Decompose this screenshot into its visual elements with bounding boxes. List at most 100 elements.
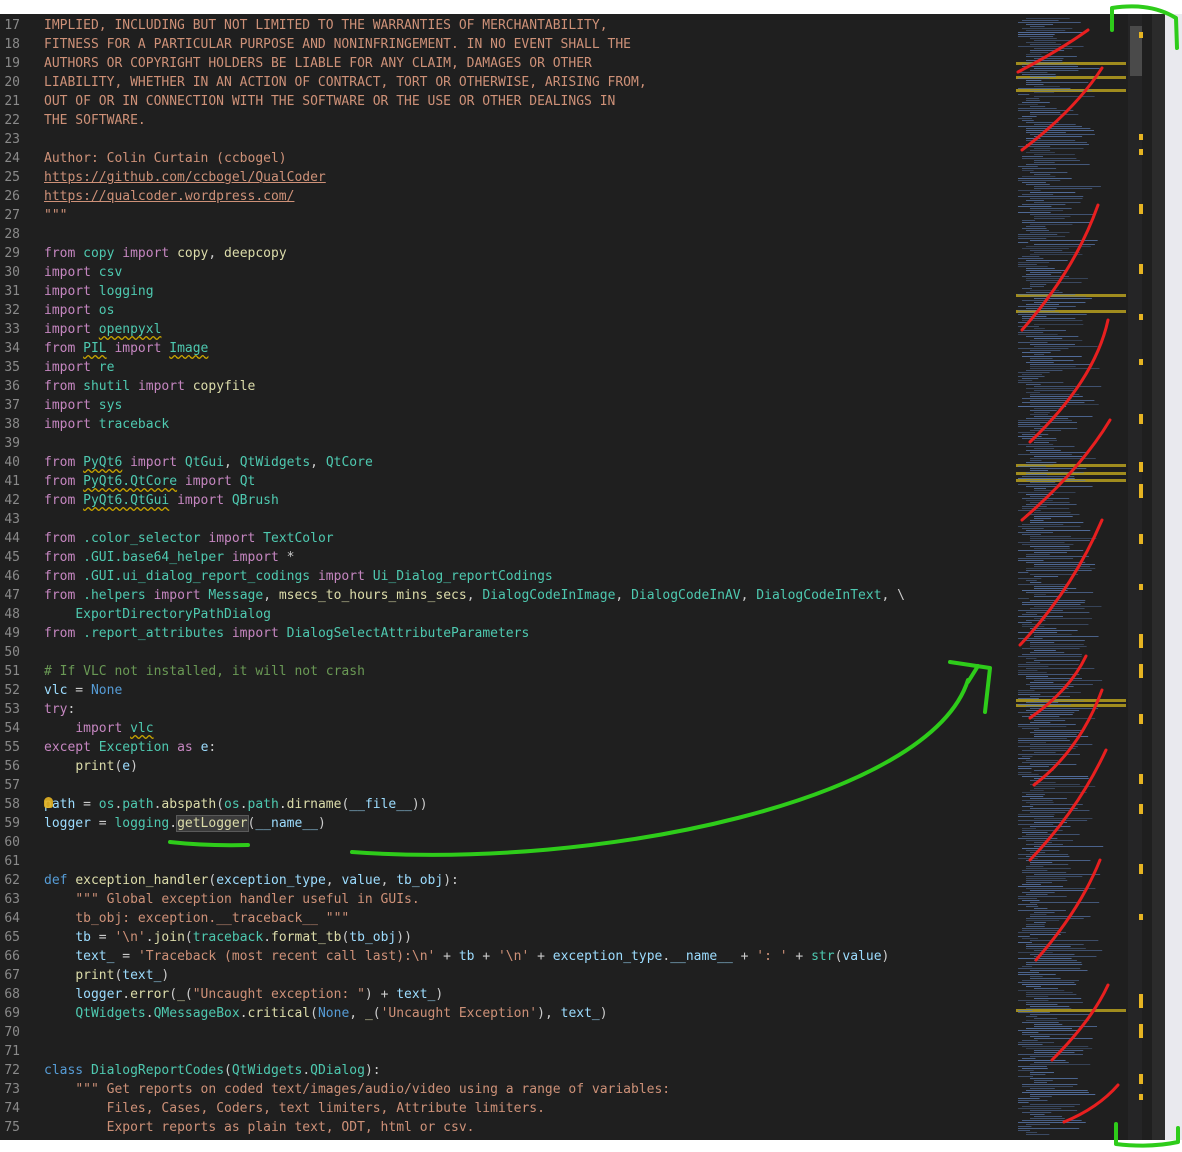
minimap[interactable]	[1014, 14, 1128, 1140]
code-text[interactable]: import os	[44, 301, 114, 320]
code-line[interactable]: 57	[0, 776, 1010, 795]
code-line[interactable]: 74 Files, Cases, Coders, text limiters, …	[0, 1099, 1010, 1118]
code-text[interactable]: import logging	[44, 282, 154, 301]
code-text[interactable]: THE SOFTWARE.	[44, 111, 146, 130]
code-text[interactable]: from PyQt6.QtCore import Qt	[44, 472, 255, 491]
code-text[interactable]: from .GUI.base64_helper import *	[44, 548, 294, 567]
code-line[interactable]: 46 from .GUI.ui_dialog_report_codings imp…	[0, 567, 1010, 586]
code-text[interactable]: import csv	[44, 263, 122, 282]
code-line[interactable]: 61	[0, 852, 1010, 871]
code-line[interactable]: 62 def exception_handler(exception_type, …	[0, 871, 1010, 890]
code-line[interactable]: 54 import vlc	[0, 719, 1010, 738]
code-text[interactable]: Files, Cases, Coders, text limiters, Att…	[44, 1099, 545, 1118]
code-line[interactable]: 63 """ Global exception handler useful i…	[0, 890, 1010, 909]
code-text[interactable]: from .report_attributes import DialogSel…	[44, 624, 529, 643]
code-line[interactable]: 48 ExportDirectoryPathDialog	[0, 605, 1010, 624]
code-line[interactable]: 32 import os	[0, 301, 1010, 320]
code-line[interactable]: 41 from PyQt6.QtCore import Qt	[0, 472, 1010, 491]
code-line[interactable]: 70	[0, 1023, 1010, 1042]
code-lines[interactable]: 17 IMPLIED, INCLUDING BUT NOT LIMITED TO …	[0, 16, 1010, 1137]
code-text[interactable]: from PIL import Image	[44, 339, 208, 358]
code-text[interactable]: import traceback	[44, 415, 169, 434]
code-line[interactable]: 42 from PyQt6.QtGui import QBrush	[0, 491, 1010, 510]
code-line[interactable]: 23	[0, 130, 1010, 149]
code-line[interactable]: 68 logger.error(_("Uncaught exception: "…	[0, 985, 1010, 1004]
code-text[interactable]: import re	[44, 358, 114, 377]
code-text[interactable]: OUT OF OR IN CONNECTION WITH THE SOFTWAR…	[44, 92, 615, 111]
code-text[interactable]: import sys	[44, 396, 122, 415]
vertical-scrollbar[interactable]	[1128, 14, 1142, 1140]
code-text[interactable]: https://github.com/ccbogel/QualCoder	[44, 168, 326, 187]
code-text[interactable]: vlc = None	[44, 681, 122, 700]
code-line[interactable]: 73 """ Get reports on coded text/images/…	[0, 1080, 1010, 1099]
code-text[interactable]: logger = logging.getLogger(__name__)	[44, 814, 326, 833]
code-line[interactable]: 45 from .GUI.base64_helper import *	[0, 548, 1010, 567]
code-line[interactable]: 17 IMPLIED, INCLUDING BUT NOT LIMITED TO …	[0, 16, 1010, 35]
code-line[interactable]: 50	[0, 643, 1010, 662]
code-text[interactable]: https://qualcoder.wordpress.com/	[44, 187, 294, 206]
code-text[interactable]: tb = '\n'.join(traceback.format_tb(tb_ob…	[44, 928, 412, 947]
code-line[interactable]: 24 Author: Colin Curtain (ccbogel)	[0, 149, 1010, 168]
code-line[interactable]: 34 from PIL import Image	[0, 339, 1010, 358]
code-text[interactable]: from PyQt6.QtGui import QBrush	[44, 491, 279, 510]
code-line[interactable]: 28	[0, 225, 1010, 244]
code-line[interactable]: 31 import logging	[0, 282, 1010, 301]
code-text[interactable]: def exception_handler(exception_type, va…	[44, 871, 459, 890]
code-line[interactable]: 37 import sys	[0, 396, 1010, 415]
code-text[interactable]: Author: Colin Curtain (ccbogel)	[44, 149, 287, 168]
code-line[interactable]: 18 FITNESS FOR A PARTICULAR PURPOSE AND N…	[0, 35, 1010, 54]
code-text[interactable]: import openpyxl	[44, 320, 161, 339]
code-text[interactable]: ExportDirectoryPathDialog	[44, 605, 271, 624]
code-line[interactable]: 55 except Exception as e:	[0, 738, 1010, 757]
code-line[interactable]: 33 import openpyxl	[0, 320, 1010, 339]
code-line[interactable]: 30 import csv	[0, 263, 1010, 282]
code-text[interactable]: print(e)	[44, 757, 138, 776]
code-line[interactable]: 36 from shutil import copyfile	[0, 377, 1010, 396]
code-line[interactable]: 40 from PyQt6 import QtGui, QtWidgets, Qt…	[0, 453, 1010, 472]
code-line[interactable]: 25 https://github.com/ccbogel/QualCoder	[0, 168, 1010, 187]
code-line[interactable]: 35 import re	[0, 358, 1010, 377]
code-line[interactable]: 49 from .report_attributes import DialogS…	[0, 624, 1010, 643]
code-line[interactable]: 53 try:	[0, 700, 1010, 719]
code-line[interactable]: 72 class DialogReportCodes(QtWidgets.QDia…	[0, 1061, 1010, 1080]
code-line[interactable]: 39	[0, 434, 1010, 453]
code-text[interactable]: logger.error(_("Uncaught exception: ") +…	[44, 985, 443, 1004]
code-text[interactable]: FITNESS FOR A PARTICULAR PURPOSE AND NON…	[44, 35, 631, 54]
code-text[interactable]: from .color_selector import TextColor	[44, 529, 334, 548]
code-text[interactable]: from shutil import copyfile	[44, 377, 255, 396]
code-line[interactable]: 69 QtWidgets.QMessageBox.critical(None, …	[0, 1004, 1010, 1023]
code-line[interactable]: 56 print(e)	[0, 757, 1010, 776]
code-text[interactable]: path = os.path.abspath(os.path.dirname(_…	[44, 795, 428, 814]
code-text[interactable]: import vlc	[44, 719, 153, 738]
code-line[interactable]: 60	[0, 833, 1010, 852]
code-line[interactable]: 58 path = os.path.abspath(os.path.dirname…	[0, 795, 1010, 814]
code-line[interactable]: 21 OUT OF OR IN CONNECTION WITH THE SOFTW…	[0, 92, 1010, 111]
code-line[interactable]: 52 vlc = None	[0, 681, 1010, 700]
code-line[interactable]: 71	[0, 1042, 1010, 1061]
code-line[interactable]: 20 LIABILITY, WHETHER IN AN ACTION OF CON…	[0, 73, 1010, 92]
code-text[interactable]: QtWidgets.QMessageBox.critical(None, _('…	[44, 1004, 607, 1023]
code-line[interactable]: 29 from copy import copy, deepcopy	[0, 244, 1010, 263]
code-editor[interactable]: 17 IMPLIED, INCLUDING BUT NOT LIMITED TO …	[0, 14, 1165, 1140]
code-text[interactable]: LIABILITY, WHETHER IN AN ACTION OF CONTR…	[44, 73, 647, 92]
code-line[interactable]: 38 import traceback	[0, 415, 1010, 434]
code-line[interactable]: 26 https://qualcoder.wordpress.com/	[0, 187, 1010, 206]
code-text[interactable]: try:	[44, 700, 75, 719]
code-text[interactable]: """ Global exception handler useful in G…	[44, 890, 419, 909]
code-line[interactable]: 65 tb = '\n'.join(traceback.format_tb(tb…	[0, 928, 1010, 947]
code-text[interactable]: tb_obj: exception.__traceback__ """	[44, 909, 349, 928]
code-line[interactable]: 67 print(text_)	[0, 966, 1010, 985]
code-line[interactable]: 19 AUTHORS OR COPYRIGHT HOLDERS BE LIABLE…	[0, 54, 1010, 73]
code-line[interactable]: 64 tb_obj: exception.__traceback__ """	[0, 909, 1010, 928]
code-line[interactable]: 59 logger = logging.getLogger(__name__)	[0, 814, 1010, 833]
code-text[interactable]: """	[44, 206, 67, 225]
code-text[interactable]: AUTHORS OR COPYRIGHT HOLDERS BE LIABLE F…	[44, 54, 592, 73]
code-text[interactable]: from .GUI.ui_dialog_report_codings impor…	[44, 567, 553, 586]
code-text[interactable]: # If VLC not installed, it will not cras…	[44, 662, 365, 681]
code-text[interactable]: IMPLIED, INCLUDING BUT NOT LIMITED TO TH…	[44, 16, 608, 35]
lightbulb-icon[interactable]	[44, 797, 53, 808]
code-text[interactable]: from .helpers import Message, msecs_to_h…	[44, 586, 905, 605]
code-text[interactable]: from copy import copy, deepcopy	[44, 244, 287, 263]
code-text[interactable]: except Exception as e:	[44, 738, 216, 757]
code-line[interactable]: 66 text_ = 'Traceback (most recent call …	[0, 947, 1010, 966]
